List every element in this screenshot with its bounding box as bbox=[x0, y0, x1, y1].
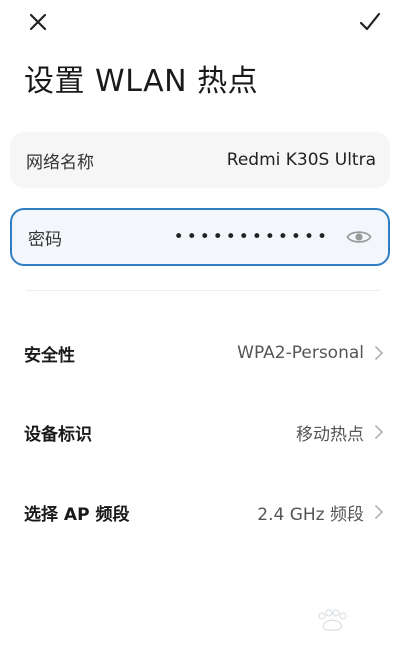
ap-band-setting-row[interactable]: 选择 AP 频段 2.4 GHz 频段 bbox=[0, 484, 406, 540]
top-bar bbox=[0, 0, 406, 44]
password-field[interactable]: 密码 •••••••••••• bbox=[10, 208, 390, 266]
confirm-button[interactable] bbox=[352, 4, 388, 40]
password-value[interactable]: •••••••••••• bbox=[174, 227, 330, 247]
network-name-field[interactable]: 网络名称 Redmi K30S Ultra bbox=[10, 132, 390, 188]
page-title: 设置 WLAN 热点 bbox=[24, 64, 259, 99]
eye-icon bbox=[346, 231, 372, 243]
security-setting-row[interactable]: 安全性 WPA2-Personal bbox=[0, 325, 406, 381]
network-name-value[interactable]: Redmi K30S Ultra bbox=[227, 150, 376, 170]
chevron-right-icon bbox=[374, 504, 384, 520]
close-icon bbox=[29, 13, 47, 31]
watermark-logo bbox=[318, 609, 347, 631]
password-label: 密码 bbox=[28, 229, 62, 250]
check-icon bbox=[359, 12, 381, 31]
section-divider bbox=[26, 290, 380, 291]
chevron-right-icon bbox=[374, 424, 384, 440]
ap-band-value: 2.4 GHz 频段 bbox=[257, 504, 364, 525]
chevron-right-icon bbox=[374, 345, 384, 361]
device-id-label: 设备标识 bbox=[24, 424, 92, 445]
network-name-label: 网络名称 bbox=[26, 152, 94, 173]
security-label: 安全性 bbox=[24, 345, 75, 366]
device-id-value: 移动热点 bbox=[296, 424, 364, 445]
device-id-setting-row[interactable]: 设备标识 移动热点 bbox=[0, 404, 406, 460]
close-button[interactable] bbox=[20, 4, 56, 40]
security-value: WPA2-Personal bbox=[237, 343, 364, 363]
ap-band-label: 选择 AP 频段 bbox=[24, 504, 130, 525]
password-visibility-toggle[interactable] bbox=[344, 222, 374, 252]
